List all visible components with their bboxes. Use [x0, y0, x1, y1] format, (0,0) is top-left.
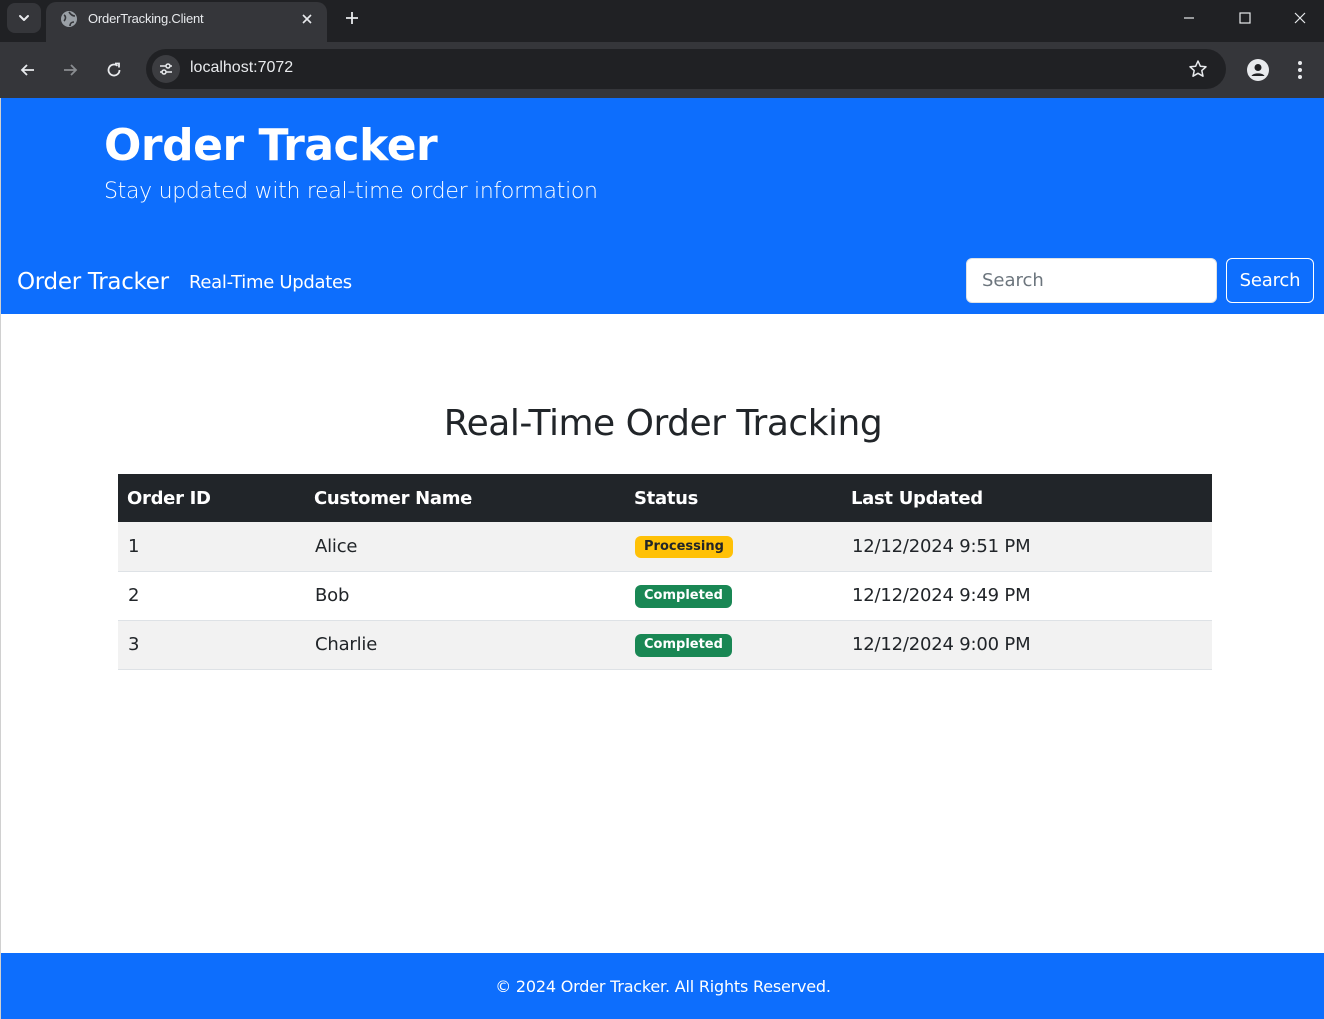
browser-toolbar: localhost:7072	[0, 42, 1324, 98]
site-footer: © 2024 Order Tracker. All Rights Reserve…	[1, 953, 1324, 1019]
globe-icon	[61, 11, 77, 27]
close-icon	[302, 14, 312, 24]
column-header-last-updated: Last Updated	[842, 474, 1212, 522]
arrow-right-icon	[64, 64, 78, 76]
star-icon	[1189, 60, 1207, 77]
tab-search-button[interactable]	[7, 3, 41, 33]
last-updated-cell: 12/12/2024 9:49 PM	[842, 571, 1212, 621]
close-icon	[1294, 12, 1306, 24]
browser-tab-active[interactable]: OrderTracking.Client	[46, 2, 327, 42]
table-row: 1 Alice Processing 12/12/2024 9:51 PM	[118, 522, 1212, 572]
person-icon	[1247, 59, 1269, 81]
search-input[interactable]	[966, 258, 1217, 303]
status-badge: Completed	[635, 634, 732, 657]
site-header: Order Tracker Stay updated with real-tim…	[1, 98, 1324, 314]
status-cell: Completed	[625, 620, 842, 670]
navbar-brand[interactable]: Order Tracker	[17, 269, 169, 295]
status-cell: Processing	[625, 522, 842, 572]
customer-name-cell: Alice	[305, 522, 625, 572]
order-id-cell: 1	[118, 522, 305, 572]
table-row: 3 Charlie Completed 12/12/2024 9:00 PM	[118, 620, 1212, 670]
arrow-left-icon	[20, 64, 34, 76]
forward-button[interactable]	[56, 56, 84, 84]
page-title: Real-Time Order Tracking	[443, 403, 883, 444]
reload-icon	[107, 62, 121, 77]
status-badge: Completed	[635, 585, 732, 608]
column-header-status: Status	[625, 474, 842, 522]
status-badge: Processing	[635, 536, 733, 559]
maximize-icon	[1239, 12, 1251, 24]
order-id-cell: 2	[118, 571, 305, 621]
column-header-customer-name: Customer Name	[305, 474, 625, 522]
column-header-order-id: Order ID	[118, 474, 305, 522]
order-id-cell: 3	[118, 620, 305, 670]
minimize-button[interactable]	[1174, 4, 1204, 32]
header-title: Order Tracker	[104, 120, 438, 171]
site-info-button[interactable]	[152, 55, 180, 83]
footer-text: © 2024 Order Tracker. All Rights Reserve…	[495, 977, 831, 996]
table-row: 2 Bob Completed 12/12/2024 9:49 PM	[118, 571, 1212, 621]
maximize-button[interactable]	[1230, 4, 1260, 32]
chevron-down-icon	[19, 15, 29, 21]
tab-close-button[interactable]	[298, 10, 316, 28]
reload-button[interactable]	[100, 56, 128, 84]
tune-icon	[160, 63, 172, 75]
customer-name-cell: Bob	[305, 571, 625, 621]
web-page: Order Tracker Stay updated with real-tim…	[0, 98, 1324, 1019]
new-tab-button[interactable]	[340, 6, 364, 30]
back-button[interactable]	[14, 56, 42, 84]
last-updated-cell: 12/12/2024 9:00 PM	[842, 620, 1212, 670]
profile-button[interactable]	[1244, 56, 1272, 84]
url-text[interactable]: localhost:7072	[190, 59, 293, 77]
address-bar[interactable]: localhost:7072	[146, 49, 1226, 89]
customer-name-cell: Charlie	[305, 620, 625, 670]
window-close-button[interactable]	[1285, 4, 1315, 32]
tab-title: OrderTracking.Client	[88, 11, 204, 26]
search-button[interactable]: Search	[1226, 258, 1314, 303]
nav-link-real-time-updates[interactable]: Real-Time Updates	[189, 272, 352, 293]
status-cell: Completed	[625, 571, 842, 621]
bookmark-button[interactable]	[1186, 57, 1210, 81]
minimize-icon	[1184, 17, 1194, 19]
kebab-menu-icon	[1298, 61, 1302, 79]
browser-tabstrip: OrderTracking.Client	[0, 0, 1324, 42]
table-header-row: Order ID Customer Name Status Last Updat…	[118, 474, 1212, 522]
browser-menu-button[interactable]	[1290, 56, 1310, 84]
last-updated-cell: 12/12/2024 9:51 PM	[842, 522, 1212, 572]
header-subtitle: Stay updated with real-time order inform…	[104, 179, 598, 204]
plus-icon	[346, 12, 358, 24]
orders-table: Order ID Customer Name Status Last Updat…	[118, 474, 1212, 670]
